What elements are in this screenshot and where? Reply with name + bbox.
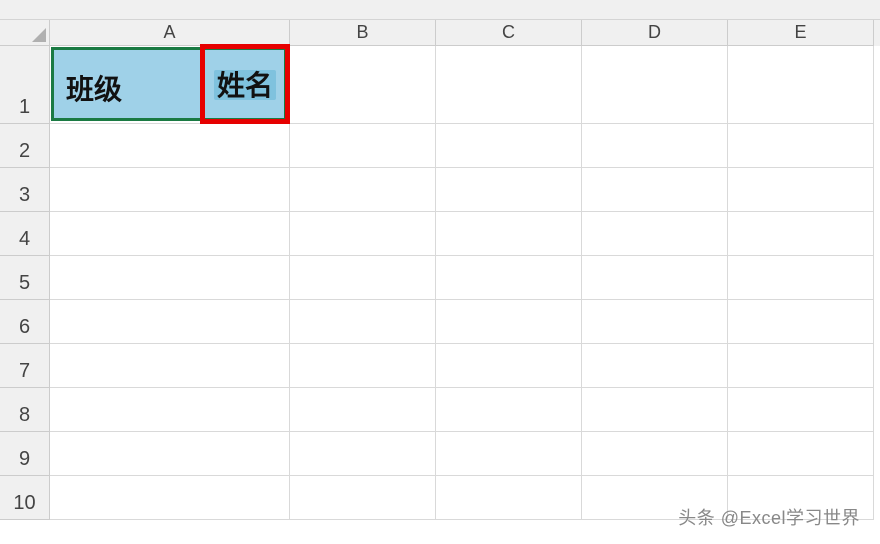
- cell-d6[interactable]: [582, 300, 728, 344]
- cell-c4[interactable]: [436, 212, 582, 256]
- cell-b7[interactable]: [290, 344, 436, 388]
- label-name-wrap: 姓名: [210, 64, 280, 104]
- row-3: 3: [0, 168, 880, 212]
- cell-b6[interactable]: [290, 300, 436, 344]
- grid-rows: 1 班级 姓名 2: [0, 46, 880, 520]
- row-header-9[interactable]: 9: [0, 432, 50, 476]
- cell-d2[interactable]: [582, 124, 728, 168]
- ribbon-strip: [0, 0, 880, 20]
- cell-d1[interactable]: [582, 46, 728, 124]
- cell-a8[interactable]: [50, 388, 290, 432]
- cell-d10[interactable]: [582, 476, 728, 520]
- row-header-10[interactable]: 10: [0, 476, 50, 520]
- cell-a1-content: 班级 姓名: [50, 46, 289, 123]
- cell-b2[interactable]: [290, 124, 436, 168]
- cell-e3[interactable]: [728, 168, 874, 212]
- row-header-7[interactable]: 7: [0, 344, 50, 388]
- cell-d9[interactable]: [582, 432, 728, 476]
- cell-e10[interactable]: [728, 476, 874, 520]
- cell-a10[interactable]: [50, 476, 290, 520]
- cell-e4[interactable]: [728, 212, 874, 256]
- cell-d3[interactable]: [582, 168, 728, 212]
- cell-b5[interactable]: [290, 256, 436, 300]
- cell-e8[interactable]: [728, 388, 874, 432]
- select-all-corner[interactable]: [0, 20, 50, 46]
- col-header-e[interactable]: E: [728, 20, 874, 46]
- cell-e2[interactable]: [728, 124, 874, 168]
- cell-c10[interactable]: [436, 476, 582, 520]
- row-header-3[interactable]: 3: [0, 168, 50, 212]
- row-2: 2: [0, 124, 880, 168]
- row-header-4[interactable]: 4: [0, 212, 50, 256]
- label-class: 班级: [66, 68, 122, 108]
- cell-c5[interactable]: [436, 256, 582, 300]
- cell-c6[interactable]: [436, 300, 582, 344]
- row-4: 4: [0, 212, 880, 256]
- cell-a2[interactable]: [50, 124, 290, 168]
- cell-e9[interactable]: [728, 432, 874, 476]
- row-10: 10: [0, 476, 880, 520]
- cell-a9[interactable]: [50, 432, 290, 476]
- cell-c3[interactable]: [436, 168, 582, 212]
- cell-b3[interactable]: [290, 168, 436, 212]
- cell-c7[interactable]: [436, 344, 582, 388]
- row-header-1[interactable]: 1: [0, 46, 50, 124]
- cell-a6[interactable]: [50, 300, 290, 344]
- col-header-d[interactable]: D: [582, 20, 728, 46]
- cell-e1[interactable]: [728, 46, 874, 124]
- row-9: 9: [0, 432, 880, 476]
- cell-a7[interactable]: [50, 344, 290, 388]
- col-header-a[interactable]: A: [50, 20, 290, 46]
- cell-d4[interactable]: [582, 212, 728, 256]
- row-5: 5: [0, 256, 880, 300]
- cell-b8[interactable]: [290, 388, 436, 432]
- cell-c8[interactable]: [436, 388, 582, 432]
- row-8: 8: [0, 388, 880, 432]
- row-header-5[interactable]: 5: [0, 256, 50, 300]
- cell-e5[interactable]: [728, 256, 874, 300]
- cell-a5[interactable]: [50, 256, 290, 300]
- row-7: 7: [0, 344, 880, 388]
- cell-c2[interactable]: [436, 124, 582, 168]
- cell-a3[interactable]: [50, 168, 290, 212]
- cell-c1[interactable]: [436, 46, 582, 124]
- col-header-c[interactable]: C: [436, 20, 582, 46]
- spreadsheet: A B C D E 1 班级 姓名: [0, 0, 880, 544]
- cell-d7[interactable]: [582, 344, 728, 388]
- cell-a4[interactable]: [50, 212, 290, 256]
- cell-b10[interactable]: [290, 476, 436, 520]
- cell-e6[interactable]: [728, 300, 874, 344]
- row-header-2[interactable]: 2: [0, 124, 50, 168]
- cell-b1[interactable]: [290, 46, 436, 124]
- column-headers: A B C D E: [0, 20, 880, 46]
- label-name: 姓名: [217, 64, 273, 104]
- cell-a1[interactable]: 班级 姓名: [50, 46, 290, 124]
- row-6: 6: [0, 300, 880, 344]
- cell-e7[interactable]: [728, 344, 874, 388]
- col-header-b[interactable]: B: [290, 20, 436, 46]
- cell-d5[interactable]: [582, 256, 728, 300]
- row-header-8[interactable]: 8: [0, 388, 50, 432]
- cell-b4[interactable]: [290, 212, 436, 256]
- cell-b9[interactable]: [290, 432, 436, 476]
- row-header-6[interactable]: 6: [0, 300, 50, 344]
- cell-d8[interactable]: [582, 388, 728, 432]
- row-1: 1 班级 姓名: [0, 46, 880, 124]
- cell-c9[interactable]: [436, 432, 582, 476]
